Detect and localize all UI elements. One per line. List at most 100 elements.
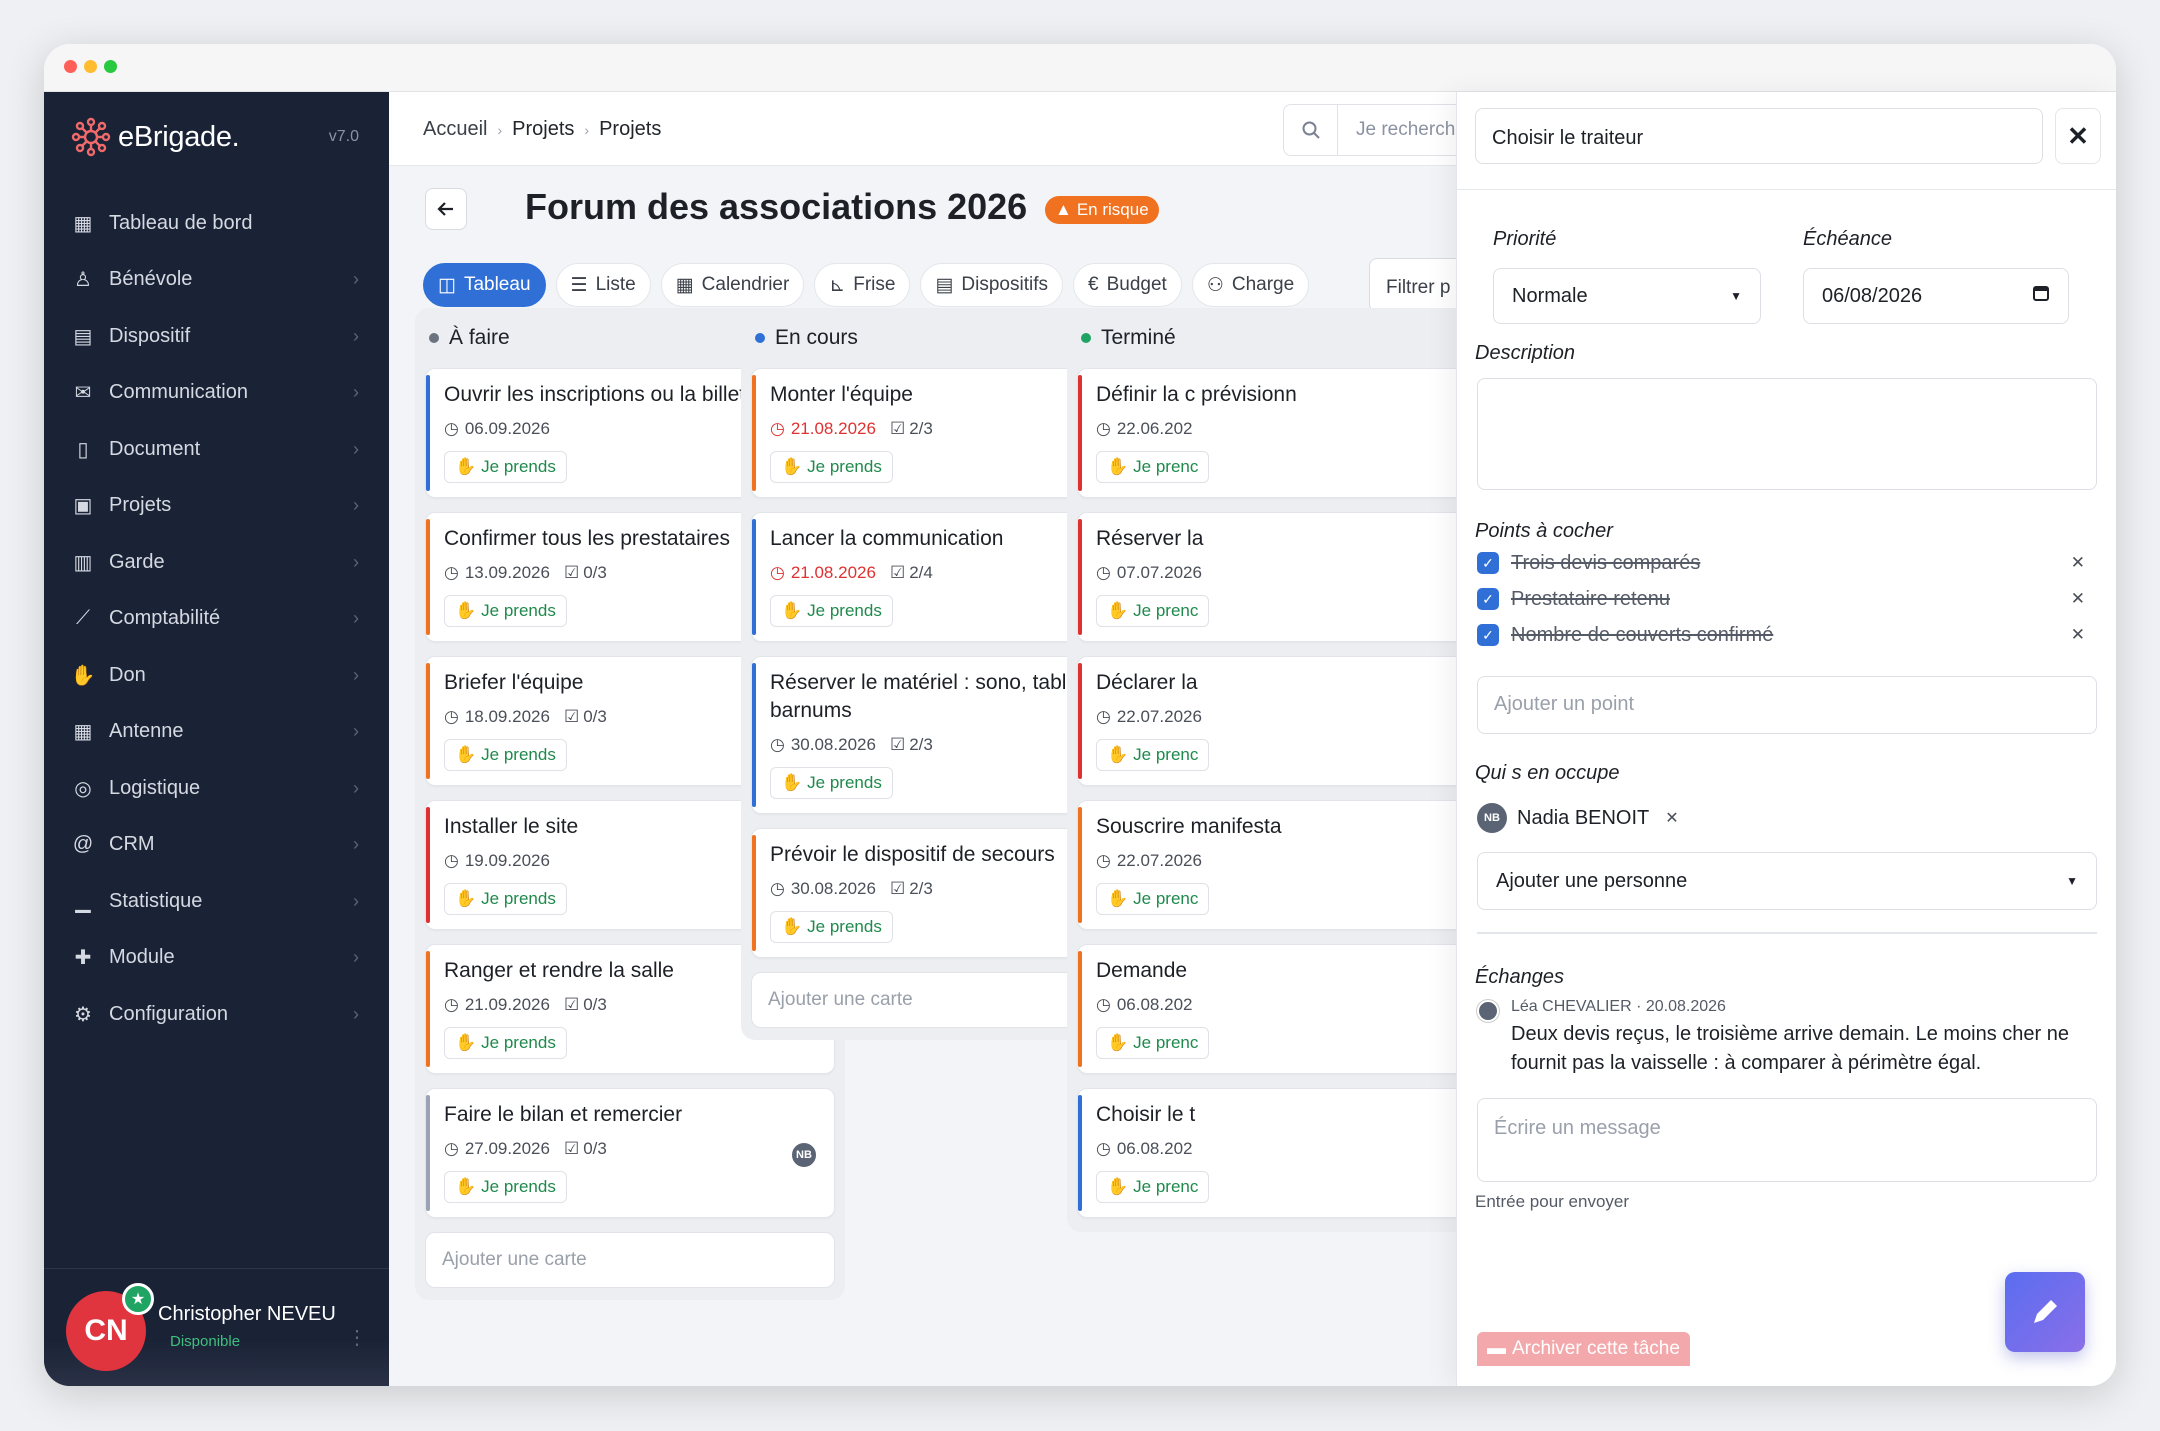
add-point-input[interactable]: Ajouter un point bbox=[1477, 676, 2097, 734]
task-card[interactable]: Souscrire manifesta ◷ 22.07.2026 ✋ Je prenc bbox=[1077, 800, 1487, 930]
sidebar-item-logistique[interactable]: ◎ Logistique › bbox=[44, 760, 389, 817]
priority-value: Normale bbox=[1512, 284, 1588, 307]
take-task-button[interactable]: ✋ Je prenc bbox=[1096, 883, 1210, 915]
add-person-label: Ajouter une personne bbox=[1496, 869, 1688, 892]
edit-fab-button[interactable] bbox=[2005, 1272, 2085, 1352]
user-profile[interactable]: CN ★ Christopher NEVEU Disponible ⋮ bbox=[44, 1268, 389, 1386]
priority-select[interactable]: Normale ▼ bbox=[1493, 268, 1761, 324]
breadcrumb-projects[interactable]: Projets bbox=[512, 118, 574, 141]
card-date: 06.08.202 bbox=[1116, 995, 1193, 1014]
avatar: NB bbox=[790, 1141, 818, 1169]
message-input[interactable]: Écrire un message bbox=[1477, 1098, 2097, 1182]
clock-icon: ◷ bbox=[444, 1139, 459, 1158]
tab-tableau[interactable]: ◫ Tableau bbox=[423, 263, 546, 307]
checklist-progress: ☑ 2/4 bbox=[890, 563, 933, 583]
sidebar-item-document[interactable]: ▯ Document › bbox=[44, 421, 389, 478]
checkbox[interactable]: ✓ bbox=[1477, 552, 1499, 574]
sidebar-item-tableau-de-bord[interactable]: ▦ Tableau de bord bbox=[44, 195, 389, 252]
add-card-button[interactable]: Ajouter une carte bbox=[425, 1232, 835, 1288]
task-card[interactable]: Définir la c prévisionn ◷ 22.06.202 ✋ Je pre… bbox=[1077, 368, 1487, 498]
take-task-label: Je prenc bbox=[1133, 601, 1199, 620]
sidebar-item-b-n-vole[interactable]: ♙ Bénévole › bbox=[44, 252, 389, 309]
minimize-window-button[interactable] bbox=[84, 60, 97, 73]
column-title: À faire bbox=[449, 326, 510, 349]
user-status: Disponible bbox=[170, 1333, 241, 1350]
breadcrumb-home[interactable]: Accueil bbox=[423, 118, 487, 141]
checklist-progress: ☑ 0/3 bbox=[564, 707, 607, 727]
hand-icon: ✋ bbox=[1107, 457, 1129, 476]
task-card[interactable]: Déclarer la ◷ 22.07.2026 ✋ Je prenc bbox=[1077, 656, 1487, 786]
take-task-button[interactable]: ✋ Je prends bbox=[444, 883, 567, 915]
take-task-button[interactable]: ✋ Je prenc bbox=[1096, 1027, 1210, 1059]
tab-frise[interactable]: ⊾ Frise bbox=[814, 263, 911, 307]
card-meta: ◷ 22.07.2026 bbox=[1096, 851, 1470, 871]
take-task-button[interactable]: ✋ Je prends bbox=[770, 451, 893, 483]
sidebar-item-antenne[interactable]: ▦ Antenne › bbox=[44, 704, 389, 761]
tab-charge[interactable]: ⚇ Charge bbox=[1191, 263, 1310, 307]
tab-liste[interactable]: ☰ Liste bbox=[555, 263, 651, 307]
take-task-button[interactable]: ✋ Je prends bbox=[444, 1171, 567, 1203]
sidebar-item-don[interactable]: ✋ Don › bbox=[44, 647, 389, 704]
tab-budget[interactable]: € Budget bbox=[1073, 263, 1182, 307]
task-card[interactable]: Choisir le t ◷ 06.08.202 ✋ Je prenc bbox=[1077, 1088, 1487, 1218]
archive-button[interactable]: ▬ Archiver cette tâche bbox=[1477, 1332, 1690, 1366]
add-person-select[interactable]: Ajouter une personne ▼ bbox=[1477, 852, 2097, 910]
sidebar-item-communication[interactable]: ✉ Communication › bbox=[44, 365, 389, 422]
take-task-label: Je prends bbox=[481, 1177, 556, 1196]
sidebar-item-configuration[interactable]: ⚙ Configuration › bbox=[44, 986, 389, 1043]
card-priority-bar bbox=[1078, 1095, 1082, 1211]
task-card[interactable]: Demande ◷ 06.08.202 ✋ Je prenc bbox=[1077, 944, 1487, 1074]
take-task-button[interactable]: ✋ Je prenc bbox=[1096, 739, 1210, 771]
take-task-button[interactable]: ✋ Je prends bbox=[770, 595, 893, 627]
sidebar-item-statistique[interactable]: ▁ Statistique › bbox=[44, 873, 389, 930]
remove-item-icon[interactable]: ✕ bbox=[2071, 553, 2085, 573]
sidebar-item-garde[interactable]: ▥ Garde › bbox=[44, 534, 389, 591]
checkbox[interactable]: ✓ bbox=[1477, 624, 1499, 646]
take-task-button[interactable]: ✋ Je prends bbox=[444, 451, 567, 483]
maximize-window-button[interactable] bbox=[104, 60, 117, 73]
take-task-button[interactable]: ✋ Je prends bbox=[444, 1027, 567, 1059]
take-task-button[interactable]: ✋ Je prends bbox=[770, 767, 893, 799]
sidebar-item-crm[interactable]: @ CRM › bbox=[44, 817, 389, 874]
sidebar-item-comptabilit-[interactable]: ⟋ Comptabilité › bbox=[44, 591, 389, 648]
take-task-button[interactable]: ✋ Je prenc bbox=[1096, 595, 1210, 627]
back-button[interactable] bbox=[425, 188, 467, 230]
take-task-button[interactable]: ✋ Je prenc bbox=[1096, 451, 1210, 483]
take-task-button[interactable]: ✋ Je prends bbox=[444, 739, 567, 771]
task-card[interactable]: Faire le bilan et remercier ◷ 27.09.2026 ☑ 0… bbox=[425, 1088, 835, 1218]
hand-icon: ✋ bbox=[1107, 889, 1129, 908]
take-task-button[interactable]: ✋ Je prends bbox=[444, 595, 567, 627]
checklist-label: Points à cocher bbox=[1475, 520, 1613, 542]
remove-item-icon[interactable]: ✕ bbox=[2071, 625, 2085, 645]
tab-dispositifs[interactable]: ▤ Dispositifs bbox=[920, 263, 1063, 307]
checkbox[interactable]: ✓ bbox=[1477, 588, 1499, 610]
assignee-chip: NB Nadia BENOIT ✕ bbox=[1477, 798, 1679, 838]
warning-icon: ▲ bbox=[1055, 200, 1072, 219]
description-field[interactable] bbox=[1477, 378, 2097, 490]
card-priority-bar bbox=[426, 951, 430, 1067]
kebab-menu-icon[interactable]: ⋮ bbox=[347, 1325, 367, 1350]
due-date-input[interactable]: 06/08/2026 bbox=[1803, 268, 2069, 324]
sidebar-item-dispositif[interactable]: ▤ Dispositif › bbox=[44, 308, 389, 365]
caret-down-icon: ▼ bbox=[1730, 289, 1742, 303]
brand-logo[interactable]: eBrigade. bbox=[70, 116, 240, 158]
tab-calendrier[interactable]: ▦ Calendrier bbox=[660, 263, 805, 307]
close-window-button[interactable] bbox=[64, 60, 77, 73]
divider bbox=[1477, 932, 2097, 934]
sidebar-item-module[interactable]: ✚ Module › bbox=[44, 930, 389, 987]
sidebar-item-projets[interactable]: ▣ Projets › bbox=[44, 478, 389, 535]
card-priority-bar bbox=[426, 375, 430, 491]
remove-item-icon[interactable]: ✕ bbox=[2071, 589, 2085, 609]
task-title-input[interactable]: Choisir le traiteur bbox=[1475, 108, 2043, 164]
task-card[interactable]: Réserver la ◷ 07.07.2026 ✋ Je prenc bbox=[1077, 512, 1487, 642]
take-task-button[interactable]: ✋ Je prenc bbox=[1096, 1171, 1210, 1203]
card-priority-bar bbox=[426, 663, 430, 779]
card-meta: ◷ 07.07.2026 bbox=[1096, 563, 1470, 583]
sidebar-item-label: Comptabilité bbox=[109, 607, 221, 630]
clock-icon: ◷ bbox=[444, 563, 459, 582]
status-dot bbox=[429, 333, 439, 343]
card-date: 06.09.2026 bbox=[464, 419, 550, 438]
remove-assignee-icon[interactable]: ✕ bbox=[1665, 808, 1678, 828]
take-task-button[interactable]: ✋ Je prends bbox=[770, 911, 893, 943]
close-panel-button[interactable]: ✕ bbox=[2055, 108, 2101, 164]
